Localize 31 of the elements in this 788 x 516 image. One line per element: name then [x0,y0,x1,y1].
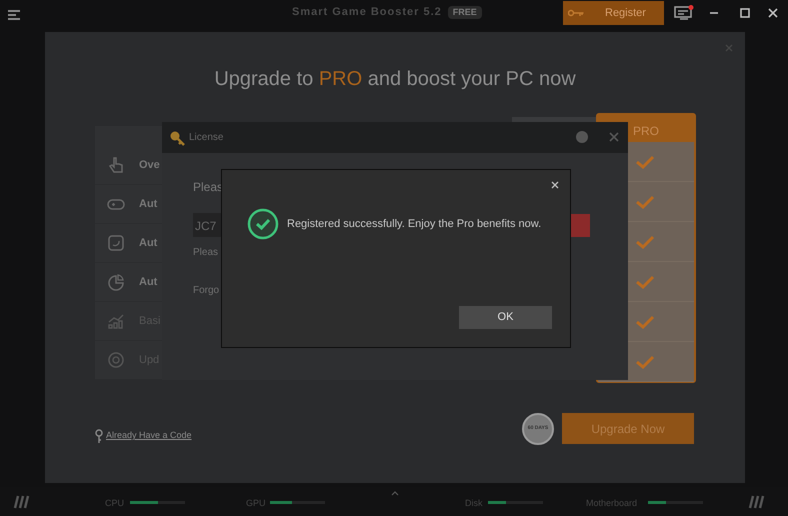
close-icon[interactable] [768,8,778,18]
key-icon [169,130,185,146]
dialog-title: Upgrade to PRO and boost your PC now [213,67,577,92]
menu-icon[interactable] [7,9,21,21]
bar-chart-icon [107,312,125,330]
stripes-icon [13,495,31,509]
square-icon [107,234,125,252]
key-icon [568,9,584,17]
feature-label: Aut [139,274,158,290]
stripes-icon [748,495,766,509]
ok-button[interactable]: OK [459,306,552,329]
monitor-icon[interactable] [674,5,694,21]
hint-text: Pleas [193,246,218,260]
chevron-up-icon[interactable] [391,491,399,496]
feature-label: Aut [139,236,158,251]
code-link[interactable]: Already Have a Code [106,429,192,443]
register-button[interactable]: Register [563,1,664,25]
pie-chart-icon [107,273,125,291]
key-icon [95,429,103,443]
feature-label: Aut [139,196,158,212]
close-icon[interactable] [551,181,559,189]
hand-icon [107,156,125,174]
maximize-icon[interactable] [740,8,750,18]
feature-label: Ove [139,158,160,173]
success-message: Registered successfully. Enjoy the Pro benefits now. [287,216,542,232]
app-title: Smart Game Booster 5.2 [292,5,442,20]
success-check-icon [247,208,279,240]
license-title: License [189,131,224,145]
edition-badge: FREE [448,6,482,19]
code-field[interactable]: JC7 [193,213,223,237]
forgot-link[interactable]: Forgo [193,283,220,298]
